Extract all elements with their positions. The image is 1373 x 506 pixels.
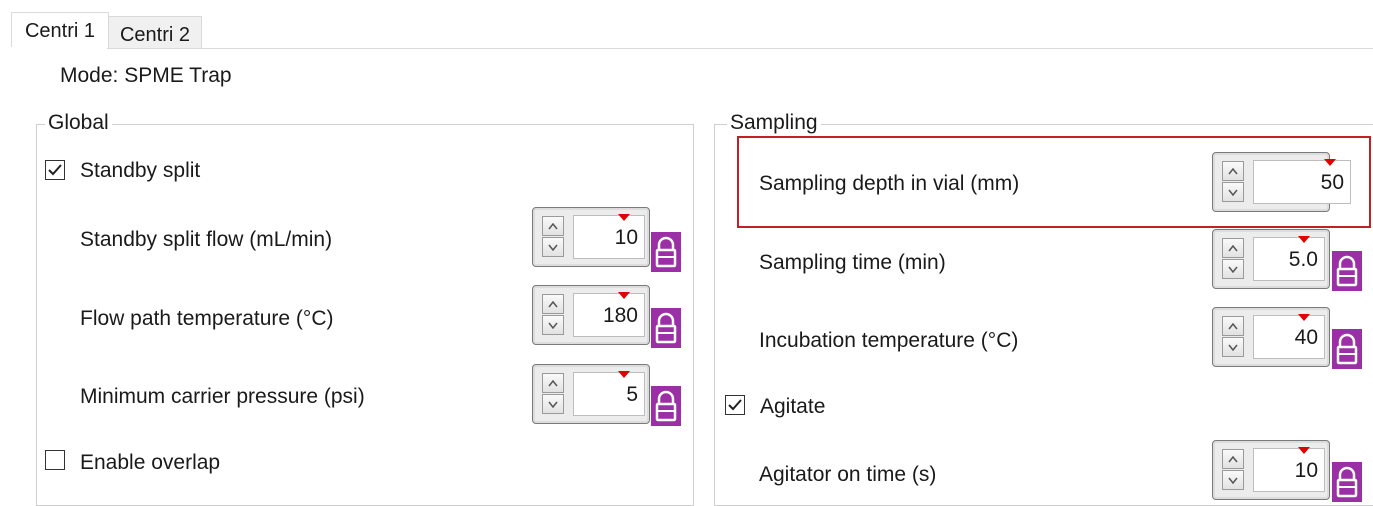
sampling-depth-input[interactable]: 50 xyxy=(1253,159,1351,204)
incubation-temperature-value: 40 xyxy=(1294,326,1318,349)
check-icon xyxy=(728,399,742,411)
tab-label: Centri 1 xyxy=(24,20,96,42)
arrow-down-icon xyxy=(548,244,558,251)
sampling-depth-value: 50 xyxy=(1320,171,1344,194)
sampling-time-input[interactable]: 5.0 xyxy=(1253,236,1325,281)
incubation-temperature-label: Incubation temperature (°C) xyxy=(759,329,1019,352)
modified-marker xyxy=(618,292,630,299)
minimum-carrier-pressure-value: 5 xyxy=(626,383,638,406)
arrow-down-icon xyxy=(548,322,558,329)
flow-path-temperature-input[interactable]: 180 xyxy=(573,292,645,337)
spin-up-button[interactable] xyxy=(1222,316,1244,336)
standby-split-label: Standby split xyxy=(80,159,201,182)
lock-icon[interactable] xyxy=(1332,251,1362,291)
agitate-checkbox[interactable] xyxy=(725,395,745,415)
sampling-time-spinner[interactable]: 5.0 xyxy=(1212,229,1330,289)
arrow-down-icon xyxy=(548,401,558,408)
arrow-up-icon xyxy=(548,301,558,308)
modified-marker xyxy=(1298,447,1310,454)
sampling-depth-spinner[interactable]: 50 xyxy=(1212,152,1351,212)
lock-icon[interactable] xyxy=(651,386,681,426)
spin-down-button[interactable] xyxy=(542,394,564,414)
spin-up-button[interactable] xyxy=(542,373,564,393)
spin-down-button[interactable] xyxy=(542,315,564,335)
modified-marker xyxy=(618,214,630,221)
incubation-temperature-input[interactable]: 40 xyxy=(1253,314,1325,359)
spin-up-button[interactable] xyxy=(1222,449,1244,469)
lock-icon[interactable] xyxy=(1332,329,1362,369)
check-icon xyxy=(48,164,62,176)
standby-split-flow-label: Standby split flow (mL/min) xyxy=(80,228,333,251)
flow-path-temperature-spinner[interactable]: 180 xyxy=(532,285,650,345)
modified-marker xyxy=(1298,314,1310,321)
sampling-group-title: Sampling xyxy=(727,110,821,136)
flow-path-temperature-label: Flow path temperature (°C) xyxy=(80,307,334,330)
tab-label: Centri 2 xyxy=(119,24,191,46)
spin-down-button[interactable] xyxy=(1222,182,1244,202)
spin-up-button[interactable] xyxy=(1222,161,1244,181)
modified-marker xyxy=(1298,236,1310,243)
agitate-label: Agitate xyxy=(760,395,826,418)
arrow-up-icon xyxy=(548,380,558,387)
standby-split-flow-value: 10 xyxy=(614,226,638,249)
spin-down-button[interactable] xyxy=(1222,470,1244,490)
minimum-carrier-pressure-label: Minimum carrier pressure (psi) xyxy=(80,385,365,408)
modified-marker xyxy=(618,371,630,378)
arrow-up-icon xyxy=(1228,168,1238,175)
global-group-title: Global xyxy=(45,110,112,136)
spin-down-button[interactable] xyxy=(542,237,564,257)
lock-icon[interactable] xyxy=(651,308,681,348)
sampling-time-value: 5.0 xyxy=(1288,248,1318,271)
arrow-down-icon xyxy=(1228,189,1238,196)
enable-overlap-label: Enable overlap xyxy=(80,451,221,474)
lock-icon[interactable] xyxy=(651,232,681,272)
spin-down-button[interactable] xyxy=(1222,259,1244,279)
tab-centri-1[interactable]: Centri 1 xyxy=(11,12,109,47)
agitator-on-time-input[interactable]: 10 xyxy=(1253,447,1325,492)
sampling-depth-label: Sampling depth in vial (mm) xyxy=(759,172,1020,195)
sampling-time-label: Sampling time (min) xyxy=(759,251,946,274)
flow-path-temperature-value: 180 xyxy=(602,304,638,327)
standby-split-flow-input[interactable]: 10 xyxy=(573,214,645,259)
spin-up-button[interactable] xyxy=(542,294,564,314)
arrow-down-icon xyxy=(1228,344,1238,351)
modified-marker xyxy=(1324,159,1336,166)
standby-split-flow-spinner[interactable]: 10 xyxy=(532,207,650,267)
agitator-on-time-label: Agitator on time (s) xyxy=(759,463,937,486)
enable-overlap-checkbox[interactable] xyxy=(45,450,65,470)
spin-up-button[interactable] xyxy=(542,216,564,236)
tab-centri-2[interactable]: Centri 2 xyxy=(108,16,202,49)
incubation-temperature-spinner[interactable]: 40 xyxy=(1212,307,1330,367)
arrow-up-icon xyxy=(1228,456,1238,463)
arrow-up-icon xyxy=(1228,245,1238,252)
spin-down-button[interactable] xyxy=(1222,337,1244,357)
arrow-up-icon xyxy=(548,223,558,230)
mode-label: Mode: SPME Trap xyxy=(60,64,232,87)
agitator-on-time-spinner[interactable]: 10 xyxy=(1212,440,1330,500)
arrow-up-icon xyxy=(1228,323,1238,330)
spin-up-button[interactable] xyxy=(1222,238,1244,258)
arrow-down-icon xyxy=(1228,266,1238,273)
standby-split-checkbox[interactable] xyxy=(45,160,65,180)
minimum-carrier-pressure-input[interactable]: 5 xyxy=(573,371,645,416)
lock-icon[interactable] xyxy=(1332,462,1362,502)
agitator-on-time-value: 10 xyxy=(1294,459,1318,482)
minimum-carrier-pressure-spinner[interactable]: 5 xyxy=(532,364,650,424)
tab-strip-divider xyxy=(107,48,1373,49)
